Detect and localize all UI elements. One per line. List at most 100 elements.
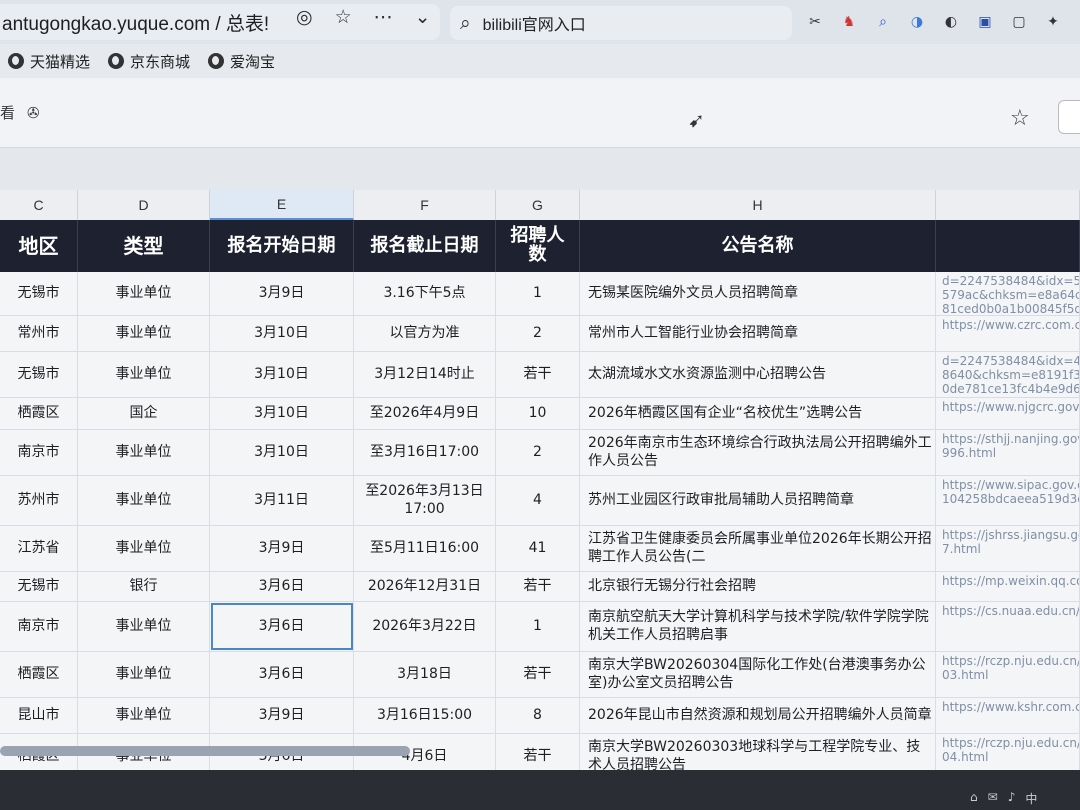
favorite-icon[interactable]: ☆	[1010, 106, 1030, 131]
edge-icon[interactable]: ◑	[907, 12, 927, 32]
cell-region[interactable]: 栖霞区	[0, 652, 78, 697]
cell-link[interactable]: https://www.njgcrc.gov.c	[936, 398, 1080, 429]
bookmark-tmall[interactable]: 天猫精选	[8, 51, 90, 72]
search-box[interactable]: ⌕ bilibili官网入口	[450, 6, 792, 40]
cell-end[interactable]: 至2026年3月13日17:00	[354, 476, 496, 525]
ime-indicator[interactable]: 中	[1025, 790, 1037, 807]
cell-region[interactable]: 江苏省	[0, 526, 78, 571]
cell-start[interactable]: 3月6日	[210, 572, 354, 601]
cell-title[interactable]: 苏州工业园区行政审批局辅助人员招聘简章	[580, 476, 936, 525]
cell-type[interactable]: 事业单位	[78, 430, 210, 475]
cell-type[interactable]: 事业单位	[78, 526, 210, 571]
column-h[interactable]: H	[580, 190, 936, 220]
horizontal-scrollbar[interactable]	[0, 746, 410, 756]
column-c[interactable]: C	[0, 190, 78, 220]
location-icon[interactable]: ◎	[296, 8, 313, 27]
cell-end[interactable]: 3月12日14时止	[354, 352, 496, 397]
cell-start[interactable]: 3月10日	[210, 352, 354, 397]
cell-title[interactable]: 2026年栖霞区国有企业“名校优生”选聘公告	[580, 398, 936, 429]
cell-count[interactable]: 若干	[496, 572, 580, 601]
scissors-icon[interactable]: ✂	[805, 12, 825, 32]
square-icon[interactable]: ▢	[1009, 12, 1029, 32]
column-i[interactable]	[936, 190, 1080, 220]
cell-title[interactable]: 南京航空航天大学计算机科学与技术学院/软件学院学院机关工作人员招聘启事	[580, 602, 936, 651]
bookmark-jd[interactable]: 京东商城	[108, 51, 190, 72]
cell-end[interactable]: 3月16日15:00	[354, 698, 496, 733]
more-icon[interactable]: ⋯	[374, 8, 393, 27]
cell-start[interactable]: 3月9日	[210, 526, 354, 571]
header-start-date[interactable]: 报名开始日期	[210, 220, 354, 272]
mail-icon[interactable]: ✉	[988, 790, 998, 807]
cell-count[interactable]: 若干	[496, 734, 580, 770]
magnifier-icon[interactable]: ⌕	[873, 12, 893, 32]
cell-region[interactable]: 无锡市	[0, 352, 78, 397]
cell-count[interactable]: 10	[496, 398, 580, 429]
cell-title[interactable]: 无锡某医院编外文员人员招聘简章	[580, 272, 936, 315]
header-region[interactable]: 地区	[0, 220, 78, 272]
column-f[interactable]: F	[354, 190, 496, 220]
cell-end[interactable]: 3月18日	[354, 652, 496, 697]
cell-link[interactable]: https://jshrss.jiangsu.gov 7.html	[936, 526, 1080, 571]
header-end-date[interactable]: 报名截止日期	[354, 220, 496, 272]
cell-count[interactable]: 1	[496, 272, 580, 315]
cell-link[interactable]: https://cs.nuaa.edu.cn/20	[936, 602, 1080, 651]
cell-region[interactable]: 南京市	[0, 602, 78, 651]
cell-count[interactable]: 41	[496, 526, 580, 571]
cell-end[interactable]: 至5月11日16:00	[354, 526, 496, 571]
cell-count[interactable]: 若干	[496, 352, 580, 397]
cell-type[interactable]: 事业单位	[78, 272, 210, 315]
cell-link[interactable]: d=2247538484&idx=4&s 8640&chksm=e8191f3f…	[936, 352, 1080, 397]
cell-link[interactable]: d=2247538484&idx=5&s 579ac&chksm=e8a64c9…	[936, 272, 1080, 315]
cell-start-selected[interactable]: 3月6日	[210, 602, 354, 651]
cell-region[interactable]: 昆山市	[0, 698, 78, 733]
cell-link[interactable]: https://mp.weixin.qq.com	[936, 572, 1080, 601]
cell-region[interactable]: 南京市	[0, 430, 78, 475]
cell-start[interactable]: 3月9日	[210, 272, 354, 315]
cell-type[interactable]: 事业单位	[78, 698, 210, 733]
cell-start[interactable]: 3月9日	[210, 698, 354, 733]
cell-start[interactable]: 3月11日	[210, 476, 354, 525]
cell-count[interactable]: 2	[496, 430, 580, 475]
cell-link[interactable]: https://rczp.nju.edu.cn/g 04.html	[936, 734, 1080, 770]
cell-start[interactable]: 3月10日	[210, 398, 354, 429]
cell-count[interactable]: 1	[496, 602, 580, 651]
cell-count[interactable]: 4	[496, 476, 580, 525]
app-icon[interactable]: ▣	[975, 12, 995, 32]
cell-count[interactable]: 2	[496, 316, 580, 351]
chevron-down-icon[interactable]: ⌄	[415, 8, 431, 27]
network-icon[interactable]: ⌂	[970, 790, 978, 807]
spreadsheet[interactable]: C D E F G H 地区 类型 报名开始日期 报名截止日期 招聘人数 公告名…	[0, 190, 1080, 770]
cell-type[interactable]: 事业单位	[78, 352, 210, 397]
game-icon[interactable]: ♞	[839, 12, 859, 32]
cell-type[interactable]: 事业单位	[78, 476, 210, 525]
cell-title[interactable]: 常州市人工智能行业协会招聘简章	[580, 316, 936, 351]
cell-count[interactable]: 8	[496, 698, 580, 733]
address-url[interactable]: antugongkao.yuque.com / 总表!	[2, 9, 269, 36]
doc-view-text[interactable]: 看	[0, 102, 15, 123]
cell-link[interactable]: https://www.czrc.com.cn/	[936, 316, 1080, 351]
column-g[interactable]: G	[496, 190, 580, 220]
cell-title[interactable]: 北京银行无锡分行社会招聘	[580, 572, 936, 601]
side-button[interactable]	[1058, 100, 1080, 134]
cell-region[interactable]: 苏州市	[0, 476, 78, 525]
puzzle-icon[interactable]: ✦	[1043, 12, 1063, 32]
bookmark-taobao[interactable]: 爱淘宝	[208, 51, 275, 72]
cell-link[interactable]: https://rczp.nju.edu.cn/g 03.html	[936, 652, 1080, 697]
cell-end[interactable]: 至2026年4月9日	[354, 398, 496, 429]
cell-title[interactable]: 南京大学BW20260303地球科学与工程学院专业、技术人员招聘公告	[580, 734, 936, 770]
cell-region[interactable]: 常州市	[0, 316, 78, 351]
column-e[interactable]: E	[210, 190, 354, 220]
circle-icon[interactable]: ◐	[941, 12, 961, 32]
cell-type[interactable]: 国企	[78, 398, 210, 429]
header-type[interactable]: 类型	[78, 220, 210, 272]
header-count[interactable]: 招聘人数	[496, 220, 580, 272]
cell-type[interactable]: 事业单位	[78, 652, 210, 697]
cell-type[interactable]: 事业单位	[78, 602, 210, 651]
cell-end[interactable]: 2026年12月31日	[354, 572, 496, 601]
cell-title[interactable]: 南京大学BW20260304国际化工作处(台港澳事务办公室)办公室文员招聘公告	[580, 652, 936, 697]
cell-end[interactable]: 以官方为准	[354, 316, 496, 351]
share-icon[interactable]: ✇	[27, 104, 40, 122]
cell-title[interactable]: 太湖流域水文水资源监测中心招聘公告	[580, 352, 936, 397]
cell-end[interactable]: 3.16下午5点	[354, 272, 496, 315]
header-link[interactable]	[936, 220, 1080, 272]
